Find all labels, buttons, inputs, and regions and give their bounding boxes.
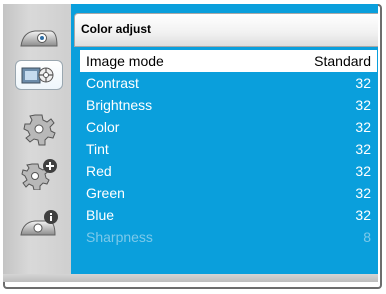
sidebar-item-color-adjust[interactable] xyxy=(15,60,63,90)
menu-row-value: Standard xyxy=(314,53,371,69)
menu-row-value: 32 xyxy=(355,97,371,113)
menu-row-value: 32 xyxy=(355,141,371,157)
color-adjust-icon xyxy=(21,67,54,84)
menu-title-bar: Color adjust xyxy=(74,13,378,47)
menu-row-label: Blue xyxy=(86,207,115,223)
bottom-strip xyxy=(3,274,378,282)
sidebar-item-display[interactable] xyxy=(15,22,63,52)
menu-row-green[interactable]: Green 32 xyxy=(80,182,377,204)
gear-icon xyxy=(23,114,56,146)
menu-row-label: Red xyxy=(86,163,112,179)
menu-row-brightness[interactable]: Brightness 32 xyxy=(80,94,377,116)
menu-row-contrast[interactable]: Contrast 32 xyxy=(80,72,377,94)
menu-row-label: Contrast xyxy=(86,75,139,91)
menu-row-red[interactable]: Red 32 xyxy=(80,160,377,182)
menu-row-tint[interactable]: Tint 32 xyxy=(80,138,377,160)
menu-row-value: 8 xyxy=(363,229,371,245)
menu-row-value: 32 xyxy=(355,207,371,223)
menu-row-label: Tint xyxy=(86,141,109,157)
menu-row-value: 32 xyxy=(355,163,371,179)
menu-row-value: 32 xyxy=(355,119,371,135)
menu-row-value: 32 xyxy=(355,75,371,91)
menu-row-label: Brightness xyxy=(86,97,153,113)
info-icon xyxy=(20,210,58,236)
gear-plus-icon xyxy=(21,159,57,191)
menu-row-blue[interactable]: Blue 32 xyxy=(80,204,377,226)
sidebar-item-setting[interactable] xyxy=(15,112,63,146)
display-icon xyxy=(20,30,58,47)
menu-row-value: 32 xyxy=(355,185,371,201)
menu-row-label: Green xyxy=(86,185,125,201)
menu-row-sharpness: Sharpness 8 xyxy=(80,226,377,248)
menu-row-image-mode[interactable]: Image mode Standard xyxy=(80,50,377,72)
menu-row-label: Color xyxy=(86,119,120,135)
menu-row-color[interactable]: Color 32 xyxy=(80,116,377,138)
sidebar-item-expand[interactable] xyxy=(15,156,63,191)
menu-row-label: Image mode xyxy=(86,53,164,69)
sidebar-item-info[interactable] xyxy=(15,208,63,238)
menu-row-label: Sharpness xyxy=(86,229,153,245)
menu-title: Color adjust xyxy=(81,22,152,36)
